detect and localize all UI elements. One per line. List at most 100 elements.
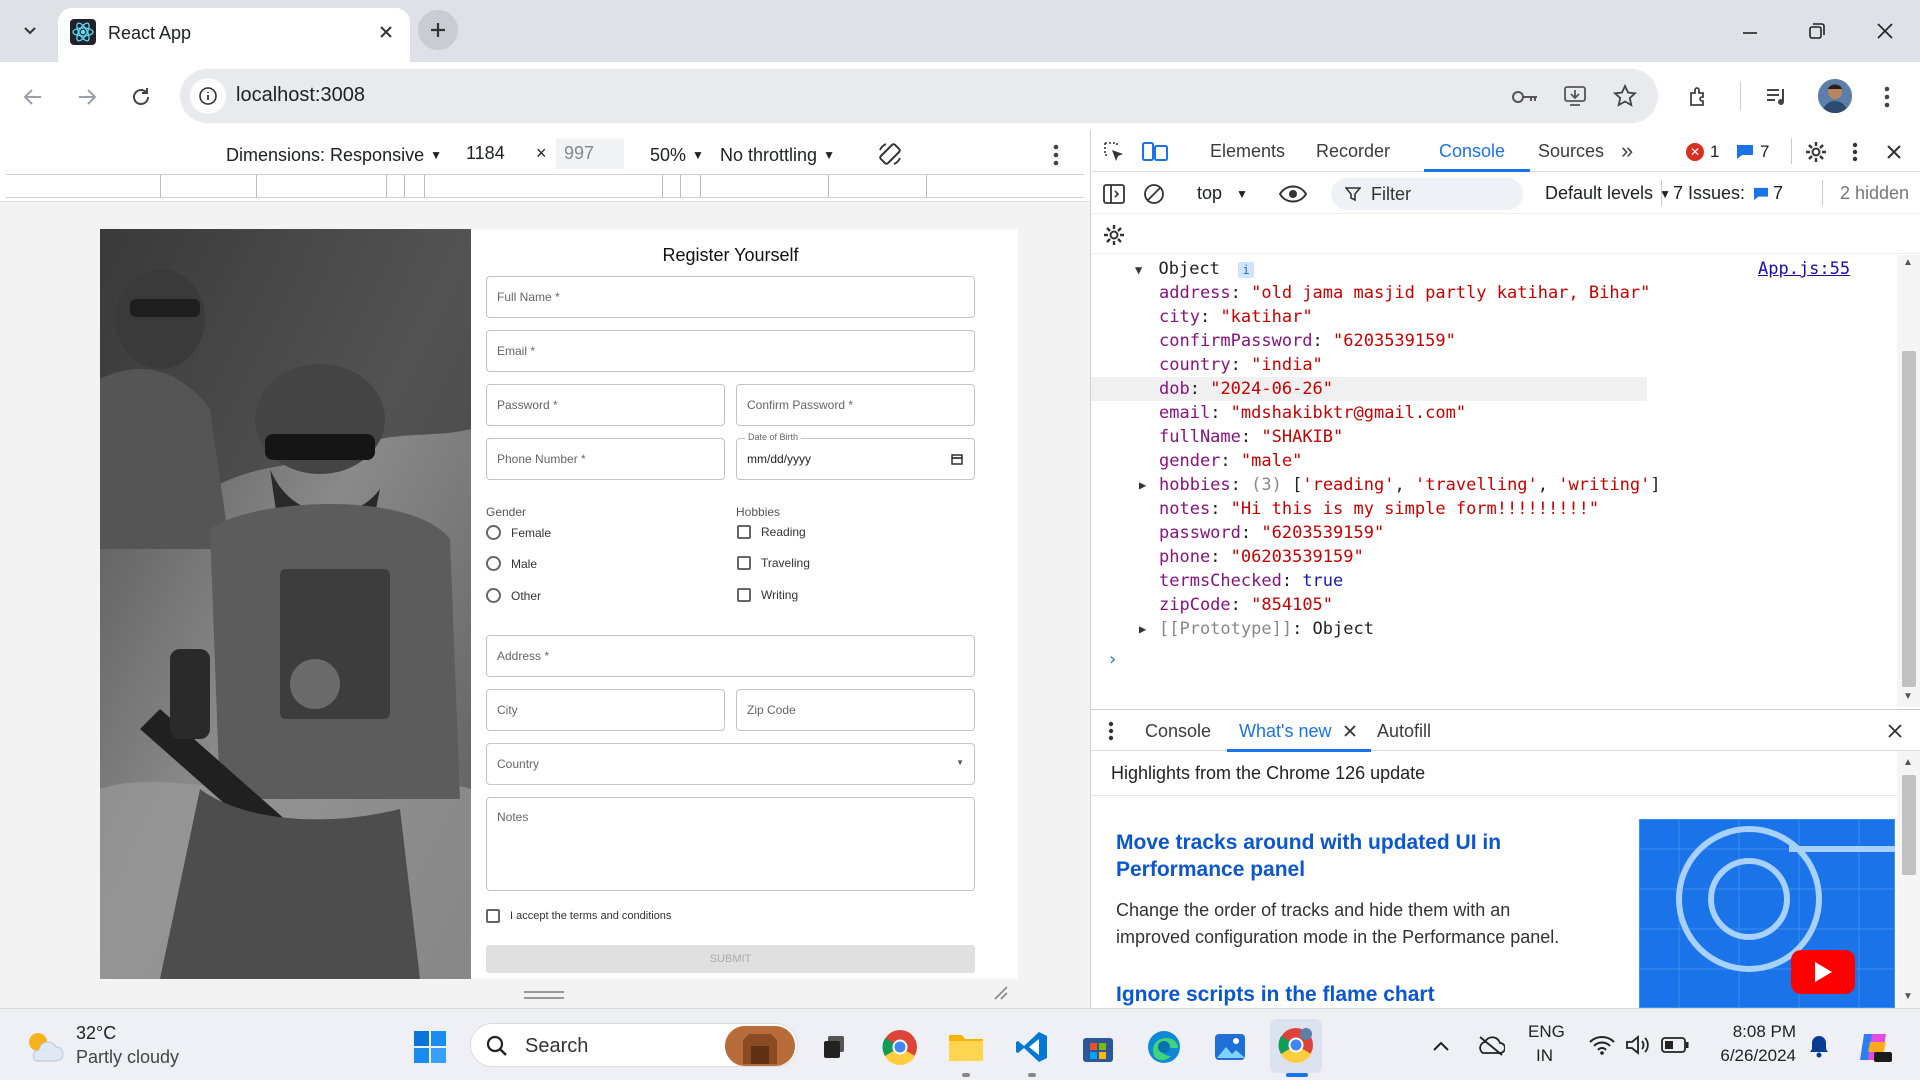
region-code[interactable]: IN	[1536, 1046, 1553, 1066]
rotate-icon[interactable]	[874, 138, 906, 170]
back-icon[interactable]	[18, 82, 48, 112]
dob-field[interactable]: Date of Birth mm/dd/yyyy	[736, 432, 975, 480]
file-explorer-icon[interactable]	[946, 1027, 986, 1067]
scroll-thumb[interactable]	[1902, 775, 1916, 875]
console-settings-gear-icon[interactable]	[1101, 222, 1127, 248]
reload-icon[interactable]	[126, 82, 156, 112]
scroll-thumb[interactable]	[1902, 351, 1916, 687]
tab-recorder[interactable]: Recorder	[1316, 141, 1390, 162]
hobby-reading-checkbox[interactable]: Reading	[737, 525, 806, 539]
install-app-icon[interactable]	[1560, 81, 1590, 111]
forward-icon[interactable]	[72, 82, 102, 112]
submit-button[interactable]: SUBMIT	[486, 945, 975, 973]
chrome-menu-icon[interactable]	[1872, 82, 1902, 112]
clock-time[interactable]: 8:08 PM	[1730, 1022, 1796, 1042]
show-hidden-icons-icon[interactable]	[1428, 1033, 1454, 1059]
bookmark-star-icon[interactable]	[1610, 81, 1640, 111]
messages-counter[interactable]: 7	[1736, 142, 1769, 162]
terms-checkbox[interactable]: I accept the terms and conditions	[486, 909, 671, 923]
object-property-row[interactable]: confirmPassword: "6203539159"	[1091, 329, 1647, 353]
windows-start-icon[interactable]	[412, 1029, 448, 1065]
address-field[interactable]: Address *	[486, 635, 975, 677]
object-property-row[interactable]: zipCode: "854105"	[1091, 593, 1647, 617]
media-query-ruler[interactable]	[6, 174, 1084, 198]
weather-widget[interactable]: 32°C Partly cloudy	[24, 1022, 224, 1070]
chrome-taskbar-icon[interactable]	[880, 1027, 920, 1067]
calendar-icon[interactable]	[950, 452, 964, 466]
sidebar-toggle-icon[interactable]	[1101, 181, 1127, 207]
object-property-row[interactable]: fullName: "SHAKIB"	[1091, 425, 1647, 449]
close-tab-icon[interactable]	[374, 20, 398, 44]
notification-bell-icon[interactable]	[1806, 1033, 1832, 1059]
close-whats-new-icon[interactable]	[1341, 722, 1359, 740]
taskbar-search[interactable]: Search	[470, 1023, 798, 1067]
photos-icon[interactable]	[1210, 1027, 1250, 1067]
console-prompt-icon[interactable]: ›	[1107, 649, 1118, 670]
clear-console-icon[interactable]	[1141, 181, 1167, 207]
object-property-row[interactable]: city: "katihar"	[1091, 305, 1647, 329]
close-window-icon[interactable]	[1870, 16, 1900, 46]
notes-field[interactable]: Notes	[486, 797, 975, 891]
microsoft-store-icon[interactable]	[1078, 1027, 1118, 1067]
console-filter-input[interactable]: Filter	[1331, 178, 1523, 210]
minimize-icon[interactable]	[1735, 18, 1765, 48]
full-name-field[interactable]: Full Name *	[486, 276, 975, 318]
gender-other-radio[interactable]: Other	[486, 588, 541, 603]
password-field[interactable]: Password *	[486, 384, 725, 426]
device-more-icon[interactable]	[1046, 140, 1066, 170]
device-toggle-icon[interactable]	[1141, 139, 1169, 165]
tab-elements[interactable]: Elements	[1210, 141, 1285, 162]
inspect-element-icon[interactable]	[1101, 139, 1127, 165]
gender-female-radio[interactable]: Female	[486, 525, 551, 540]
object-property-row[interactable]: phone: "06203539159"	[1091, 545, 1647, 569]
video-thumbnail[interactable]	[1639, 819, 1895, 1008]
onedrive-offline-icon[interactable]	[1476, 1031, 1506, 1061]
height-input[interactable]: 997	[556, 139, 624, 169]
resize-corner-icon[interactable]	[992, 984, 1010, 1002]
settings-gear-icon[interactable]	[1803, 139, 1829, 165]
zip-field[interactable]: Zip Code	[736, 689, 975, 731]
object-property-row[interactable]: address: "old jama masjid partly katihar…	[1091, 281, 1650, 305]
resize-handle-bottom[interactable]	[524, 991, 564, 999]
hidden-count[interactable]: 2 hidden	[1840, 183, 1909, 204]
object-property-row[interactable]: notes: "Hi this is my simple form!!!!!!!…	[1091, 497, 1647, 521]
browser-tab[interactable]: React App	[58, 8, 410, 62]
tab-sources[interactable]: Sources	[1538, 141, 1604, 162]
object-property-row[interactable]: termsChecked: true	[1091, 569, 1647, 593]
issues-counter[interactable]: 7 Issues: 7	[1673, 183, 1783, 204]
password-key-icon[interactable]	[1510, 82, 1540, 112]
object-header[interactable]: ▼ Object i	[1135, 257, 1255, 281]
youtube-play-icon[interactable]	[1791, 950, 1855, 994]
drawer-tab-whats-new[interactable]: What's new	[1239, 721, 1331, 742]
media-controls-icon[interactable]	[1762, 82, 1792, 112]
city-field[interactable]: City	[486, 689, 725, 731]
edge-icon[interactable]	[1144, 1027, 1184, 1067]
object-property-row[interactable]: email: "mdshakibktr@gmail.com"	[1091, 401, 1647, 425]
vscode-icon[interactable]	[1012, 1027, 1052, 1067]
task-view-icon[interactable]	[814, 1027, 854, 1067]
chrome-profile-taskbar-icon[interactable]	[1276, 1025, 1316, 1065]
language-code[interactable]: ENG	[1528, 1022, 1565, 1042]
drawer-tab-console[interactable]: Console	[1145, 721, 1211, 742]
errors-counter[interactable]: ✕ 1	[1686, 142, 1719, 162]
site-info-icon[interactable]	[190, 78, 226, 114]
article-title-2[interactable]: Ignore scripts in the flame chart	[1116, 983, 1616, 1007]
throttling-dropdown[interactable]: No throttling ▼	[720, 141, 835, 169]
restore-icon[interactable]	[1802, 16, 1832, 46]
email-field[interactable]: Email *	[486, 330, 975, 372]
object-property-row[interactable]: gender: "male"	[1091, 449, 1647, 473]
scroll-down-icon[interactable]: ▼	[1903, 991, 1913, 1002]
drawer-menu-icon[interactable]	[1103, 719, 1119, 743]
address-bar[interactable]: localhost:3008	[180, 69, 1658, 123]
drawer-scrollbar[interactable]: ▲ ▼	[1897, 751, 1920, 1008]
extensions-icon[interactable]	[1684, 82, 1714, 112]
article-title[interactable]: Move tracks around with updated UI in Pe…	[1116, 829, 1526, 883]
dimensions-dropdown[interactable]: Dimensions: Responsive ▼	[226, 141, 442, 169]
volume-icon[interactable]	[1624, 1031, 1652, 1059]
drawer-tab-autofill[interactable]: Autofill	[1377, 721, 1431, 742]
console-scrollbar[interactable]: ▲ ▼	[1897, 255, 1920, 707]
log-levels-dropdown[interactable]: Default levels ▼	[1545, 183, 1671, 204]
gender-male-radio[interactable]: Male	[486, 556, 537, 571]
tab-console[interactable]: Console	[1439, 141, 1505, 162]
clock-date[interactable]: 6/26/2024	[1714, 1046, 1796, 1066]
